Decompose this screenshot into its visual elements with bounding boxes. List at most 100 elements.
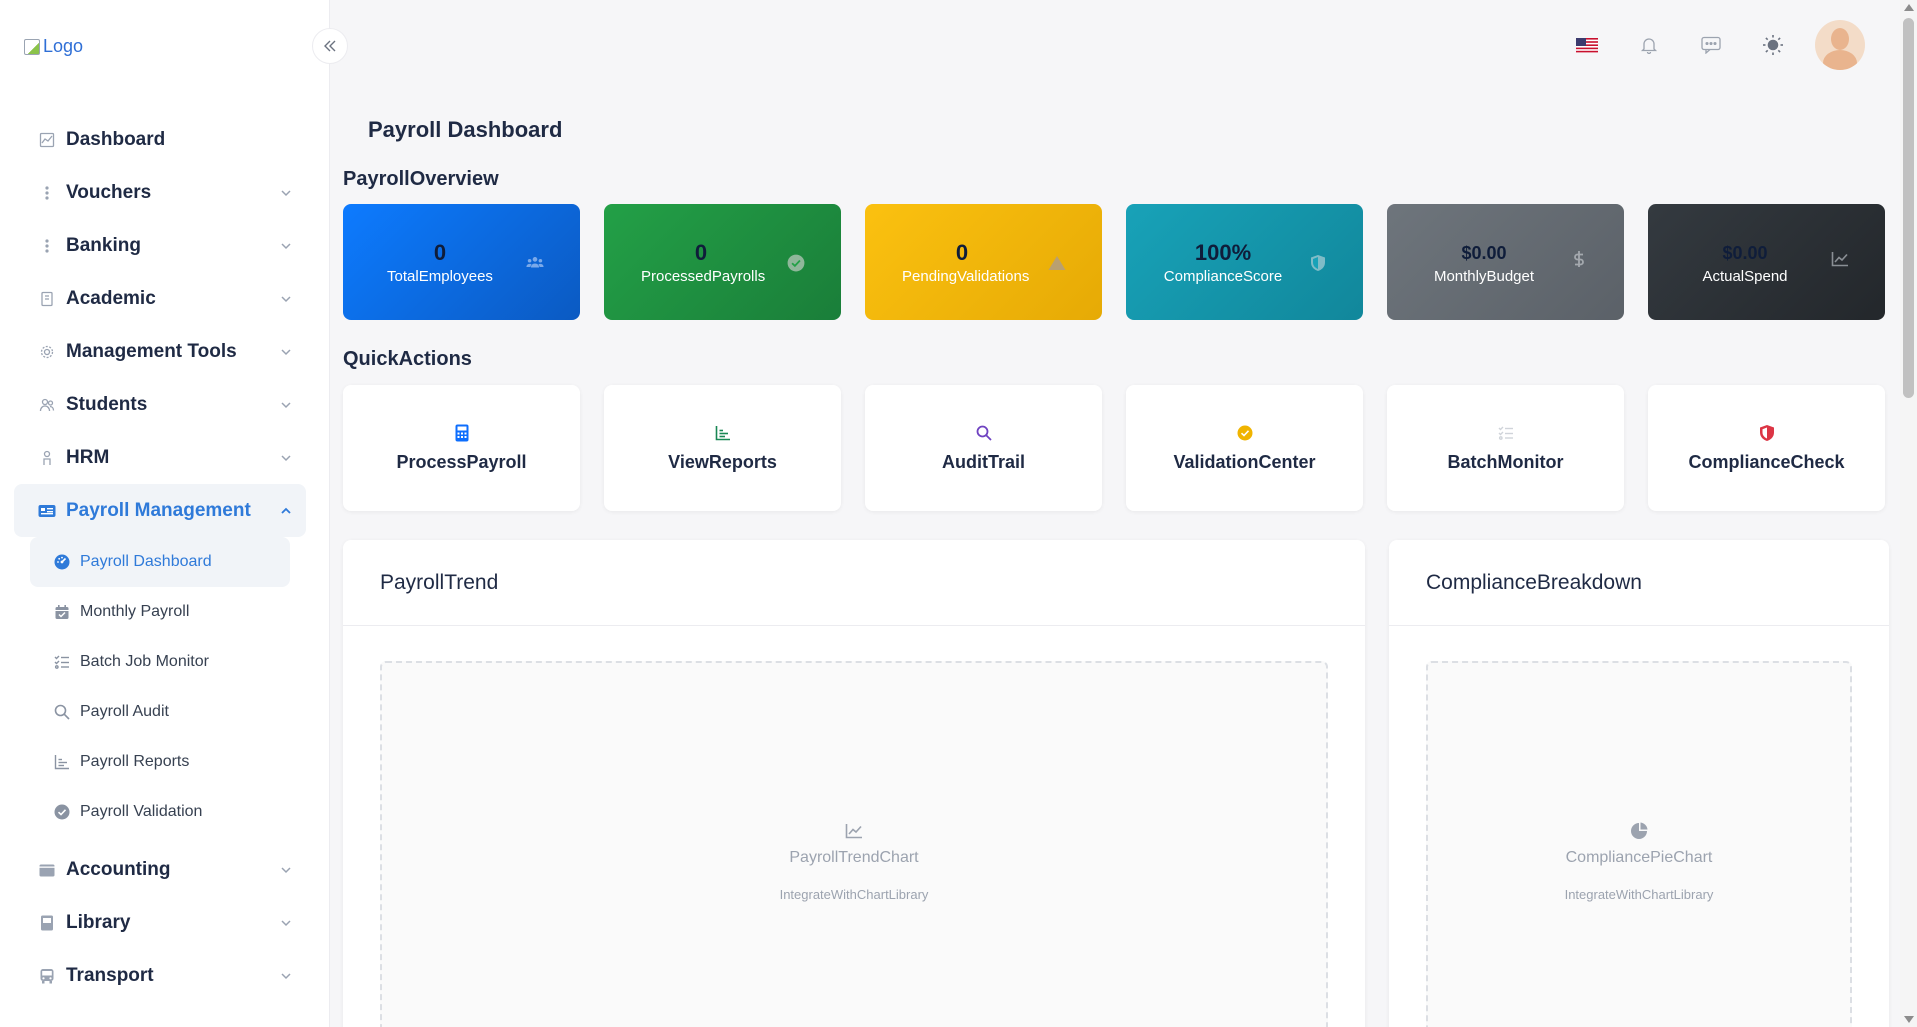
- warning-triangle-icon: [1048, 254, 1066, 272]
- action-label: ProcessPayroll: [396, 451, 527, 472]
- sidebar-subitem-label: Payroll Dashboard: [80, 553, 212, 570]
- sidebar-item-label: Dashboard: [66, 128, 166, 150]
- chart-placeholder-subtitle: IntegrateWithChartLibrary: [779, 886, 929, 902]
- sidebar-subitem-label: Monthly Payroll: [80, 603, 190, 620]
- sidebar-subitem-batch-job-monitor[interactable]: Batch Job Monitor: [30, 637, 290, 687]
- sidebar-subitem-monthly-payroll[interactable]: Monthly Payroll: [30, 587, 290, 637]
- scroll-up-arrow-icon[interactable]: [1904, 4, 1914, 11]
- broken-image-icon: [24, 38, 40, 55]
- chevron-down-icon: [278, 915, 294, 931]
- stat-card-monthly-budget: $0.00 MonthlyBudget: [1387, 204, 1624, 320]
- sidebar-subitem-label: Payroll Validation: [80, 803, 203, 820]
- chat-icon[interactable]: [1691, 25, 1731, 65]
- bell-icon[interactable]: [1629, 25, 1669, 65]
- sidebar-nav: Dashboard Vouchers Banking Academic Mana…: [14, 113, 306, 1002]
- stat-card-total-employees: 0 TotalEmployees: [343, 204, 580, 320]
- page-scrollbar[interactable]: [1900, 0, 1917, 1027]
- batch-monitor-button[interactable]: BatchMonitor: [1387, 385, 1624, 511]
- scroll-down-arrow-icon[interactable]: [1904, 1016, 1914, 1023]
- stat-value: 0: [955, 239, 969, 265]
- sidebar-item-academic[interactable]: Academic: [14, 272, 306, 325]
- sidebar-subitem-label: Payroll Reports: [80, 753, 190, 770]
- chevron-down-icon: [278, 862, 294, 878]
- calculator-icon: [453, 424, 471, 442]
- users-icon: [526, 254, 544, 272]
- check-circle-icon: [54, 804, 70, 820]
- compliance-breakdown-panel: ComplianceBreakdown CompliancePieChart I…: [1389, 540, 1889, 1027]
- chart-placeholder: PayrollTrendChart IntegrateWithChartLibr…: [380, 661, 1328, 1027]
- sidebar-item-label: Students: [66, 393, 148, 415]
- sidebar-item-students[interactable]: Students: [14, 378, 306, 431]
- sidebar-subitem-payroll-validation[interactable]: Payroll Validation: [30, 787, 290, 837]
- sidebar-subitem-payroll-audit[interactable]: Payroll Audit: [30, 687, 290, 737]
- shield-icon: [1309, 254, 1327, 272]
- stat-label: ProcessedPayrolls: [641, 267, 766, 285]
- avatar-head: [1831, 28, 1849, 50]
- bar-chart-icon: [54, 754, 70, 770]
- sidebar-subitem-payroll-dashboard[interactable]: Payroll Dashboard: [30, 537, 290, 587]
- sidebar-item-hrm[interactable]: HRM: [14, 431, 306, 484]
- sidebar: Logo Dashboard Vouchers Banking Academic…: [0, 0, 330, 1027]
- chevron-down-icon: [278, 397, 294, 413]
- sidebar-item-banking[interactable]: Banking: [14, 219, 306, 272]
- students-icon: [38, 396, 56, 414]
- sidebar-item-label: Accounting: [66, 858, 171, 880]
- validation-center-button[interactable]: ValidationCenter: [1126, 385, 1363, 511]
- stat-value: 0: [694, 239, 708, 265]
- audit-trail-button[interactable]: AuditTrail: [865, 385, 1102, 511]
- stat-card-actual-spend: $0.00 ActualSpend: [1648, 204, 1885, 320]
- sidebar-item-label: Vouchers: [66, 181, 152, 203]
- stat-label: MonthlyBudget: [1433, 267, 1535, 285]
- chevron-down-icon: [278, 968, 294, 984]
- sidebar-item-dashboard[interactable]: Dashboard: [14, 113, 306, 166]
- sidebar-item-transport[interactable]: Transport: [14, 949, 306, 1002]
- payroll-trend-panel: PayrollTrend PayrollTrendChart Integrate…: [343, 540, 1365, 1027]
- user-avatar[interactable]: [1815, 20, 1865, 70]
- sun-icon[interactable]: [1753, 25, 1793, 65]
- chevron-down-icon: [278, 450, 294, 466]
- header-toolbar: [1567, 20, 1865, 70]
- sidebar-item-library[interactable]: Library: [14, 896, 306, 949]
- sidebar-item-accounting[interactable]: Accounting: [14, 843, 306, 896]
- check-circle-icon: [787, 254, 805, 272]
- sidebar-item-management-tools[interactable]: Management Tools: [14, 325, 306, 378]
- library-book-icon: [38, 914, 56, 932]
- action-label: ComplianceCheck: [1688, 451, 1845, 472]
- stat-label: ActualSpend: [1702, 267, 1788, 285]
- overview-section-title: PayrollOverview: [343, 168, 499, 190]
- scrollbar-thumb[interactable]: [1903, 18, 1914, 398]
- logo[interactable]: Logo: [24, 36, 83, 57]
- sidebar-item-label: Library: [66, 911, 131, 933]
- sidebar-subitem-label: Batch Job Monitor: [80, 653, 209, 670]
- sidebar-item-label: Transport: [66, 964, 154, 986]
- action-label: BatchMonitor: [1447, 451, 1564, 472]
- bar-chart-icon: [714, 424, 732, 442]
- chevron-down-icon: [278, 238, 294, 254]
- pie-chart-icon: [1629, 821, 1649, 841]
- sidebar-collapse-button[interactable]: [312, 28, 348, 64]
- chart-placeholder-title: PayrollTrendChart: [789, 848, 919, 866]
- chart-placeholder-title: CompliancePieChart: [1565, 848, 1713, 866]
- stat-value: $0.00: [1722, 242, 1768, 263]
- line-chart-icon: [1831, 250, 1849, 268]
- search-icon: [975, 424, 993, 442]
- compliance-check-button[interactable]: ComplianceCheck: [1648, 385, 1885, 511]
- us-flag-icon[interactable]: [1567, 25, 1607, 65]
- dots-vertical-icon: [38, 184, 56, 202]
- sidebar-item-label: HRM: [66, 446, 110, 468]
- sidebar-subitem-payroll-reports[interactable]: Payroll Reports: [30, 737, 290, 787]
- stat-card-processed-payrolls: 0 ProcessedPayrolls: [604, 204, 841, 320]
- quick-actions-section-title: QuickActions: [343, 348, 472, 370]
- stat-label: TotalEmployees: [387, 267, 493, 285]
- sidebar-item-payroll-management[interactable]: Payroll Management: [14, 484, 306, 537]
- action-label: AuditTrail: [941, 451, 1025, 472]
- wallet-icon: [38, 861, 56, 879]
- process-payroll-button[interactable]: ProcessPayroll: [343, 385, 580, 511]
- sidebar-item-vouchers[interactable]: Vouchers: [14, 166, 306, 219]
- sidebar-item-label: Banking: [66, 234, 141, 256]
- sidebar-item-label: Payroll Management: [66, 499, 251, 521]
- action-label: ViewReports: [668, 451, 777, 472]
- view-reports-button[interactable]: ViewReports: [604, 385, 841, 511]
- chevron-down-icon: [278, 291, 294, 307]
- avatar-body: [1823, 50, 1857, 70]
